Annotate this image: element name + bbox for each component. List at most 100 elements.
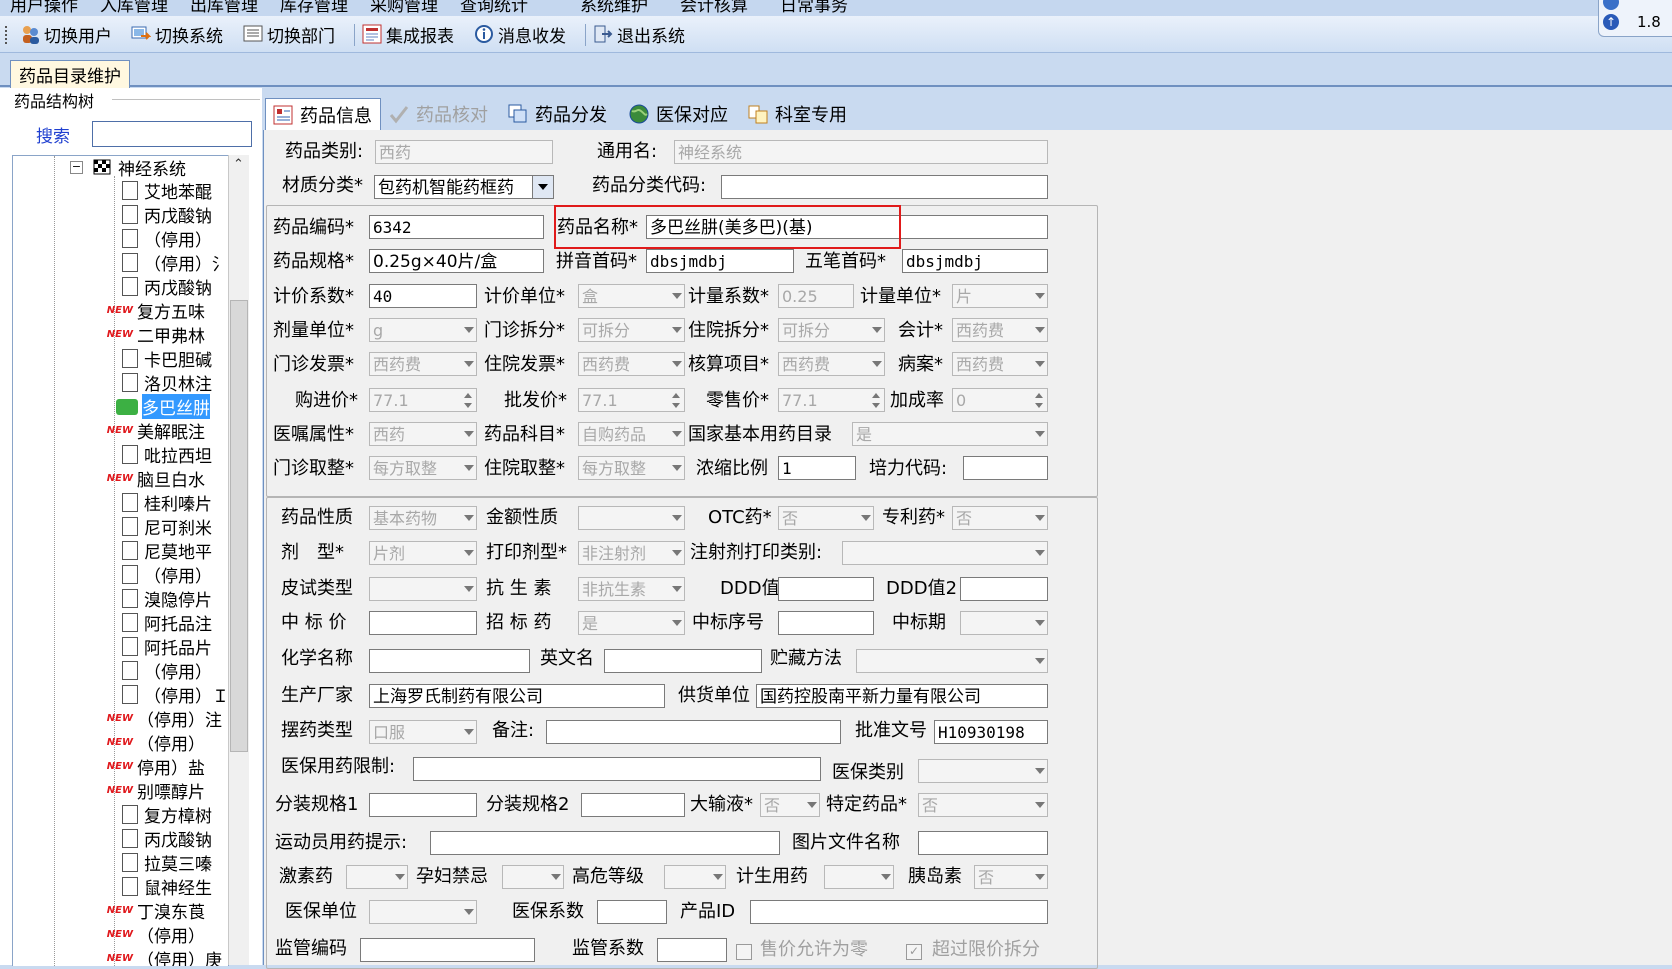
tree-item[interactable]: 洛贝林注 — [122, 371, 212, 395]
tree-item[interactable]: （停用） — [122, 227, 212, 251]
place-type-select[interactable]: 口服 — [369, 720, 477, 744]
order-attr-select[interactable]: 西药 — [369, 422, 477, 446]
tree-item[interactable]: 丙戊酸钠 — [122, 275, 212, 299]
chevron-down-icon[interactable] — [464, 586, 474, 592]
chevron-down-icon[interactable] — [672, 431, 682, 437]
chevron-down-icon[interactable] — [1035, 802, 1045, 808]
wubi-field[interactable]: dbsjmdbj — [902, 249, 1048, 273]
tree-item[interactable]: NEW （停用）庚 — [105, 947, 222, 966]
chevron-down-icon[interactable] — [1035, 874, 1045, 880]
chevron-down-icon[interactable] — [807, 802, 817, 808]
tree-root-node[interactable]: − 神经系统 — [70, 156, 186, 180]
drug-code-field[interactable]: 6342 — [369, 215, 544, 239]
tree-item[interactable]: NEW （停用）注 — [105, 707, 222, 731]
menu-daily[interactable]: 日常事务 — [780, 0, 848, 16]
chevron-down-icon[interactable] — [464, 431, 474, 437]
ip-invoice-select[interactable]: 西药费 — [578, 352, 685, 376]
spin-up-icon[interactable] — [1035, 393, 1043, 398]
bid-period-select[interactable] — [960, 611, 1048, 635]
measure-coef-field[interactable]: 0.25 — [778, 284, 854, 308]
search-input[interactable] — [92, 121, 252, 147]
image-name-field[interactable] — [918, 831, 1048, 855]
product-id-field[interactable] — [750, 900, 1048, 924]
approval-field[interactable]: H10930198 — [934, 720, 1048, 744]
op-rounding-select[interactable]: 每方取整 — [369, 456, 477, 480]
drug-tree[interactable]: − 神经系统 艾地苯醌 丙戊酸钠 （停用） （停用）氵 丙戊酸钠 NEW 复方五味 NEW 二甲… — [12, 155, 229, 966]
purchase-price-field[interactable]: 77.1 — [369, 388, 477, 412]
tree-item[interactable]: 鼠神经生 — [122, 875, 212, 899]
op-split-select[interactable]: 可拆分 — [578, 318, 685, 342]
chevron-down-icon[interactable] — [872, 361, 882, 367]
tab-drug-catalog[interactable]: 药品目录维护 — [10, 60, 130, 88]
tree-item[interactable]: 尼可刹米 — [122, 515, 212, 539]
chevron-down-icon[interactable] — [551, 874, 561, 880]
retail-price-field[interactable]: 77.1 — [778, 388, 885, 412]
ddd-field[interactable] — [778, 577, 874, 601]
over-split-checkbox[interactable]: ✓ — [906, 944, 922, 960]
chevron-down-icon[interactable] — [1035, 515, 1045, 521]
scroll-up-icon[interactable]: ⌃ — [233, 157, 244, 172]
tree-item[interactable]: 复方樟树 — [122, 803, 212, 827]
chevron-down-icon[interactable] — [1035, 658, 1045, 664]
chevron-down-icon[interactable] — [1035, 550, 1045, 556]
tree-item[interactable]: NEW （停用） — [105, 923, 205, 947]
nature-select[interactable]: 基本药物 — [369, 506, 477, 530]
spin-up-icon[interactable] — [464, 393, 472, 398]
spin-up-icon[interactable] — [872, 393, 880, 398]
tab-drug-info[interactable]: 药品信息 — [265, 98, 381, 130]
switch-system-button[interactable]: 切换系统 — [131, 22, 223, 47]
ip-split-select[interactable]: 可拆分 — [778, 318, 885, 342]
tree-item[interactable]: （停用）Ｉ — [122, 683, 228, 707]
tree-item[interactable]: 溴隐停片 — [122, 587, 212, 611]
chevron-down-icon[interactable] — [861, 515, 871, 521]
spin-down-icon[interactable] — [464, 403, 472, 408]
amount-nature-select[interactable] — [578, 506, 685, 530]
tab-drug-dispense[interactable]: 药品分发 — [501, 98, 607, 129]
menu-purchase[interactable]: 采购管理 — [370, 0, 438, 16]
ins-restrict-field[interactable] — [413, 757, 821, 781]
menu-inventory[interactable]: 库存管理 — [280, 0, 348, 16]
tree-item[interactable]: NEW 二甲弗林 — [105, 323, 205, 347]
chevron-down-icon[interactable] — [672, 620, 682, 626]
op-invoice-select[interactable]: 西药费 — [369, 352, 477, 376]
bid-price-field[interactable] — [369, 611, 477, 635]
menu-query[interactable]: 查询统计 — [460, 0, 528, 16]
chem-name-field[interactable] — [369, 649, 530, 673]
eng-name-field[interactable] — [604, 649, 762, 673]
chevron-down-icon[interactable] — [1035, 431, 1045, 437]
spin-down-icon[interactable] — [1035, 403, 1043, 408]
tree-item[interactable]: NEW （停用） — [105, 731, 205, 755]
supplier-field[interactable]: 国药控股南平新力量有限公司 — [756, 684, 1048, 708]
menu-user-ops[interactable]: 用户操作 — [10, 0, 78, 16]
chevron-down-icon[interactable] — [464, 515, 474, 521]
tree-item[interactable]: 阿托品注 — [122, 611, 212, 635]
messages-button[interactable]: 消息收发 — [474, 22, 566, 47]
chevron-down-icon[interactable] — [672, 361, 682, 367]
tree-item[interactable]: 多巴丝肼 — [116, 394, 210, 419]
tree-item[interactable]: （停用）氵 — [122, 251, 228, 275]
material-select[interactable]: 包药机智能药框药 — [374, 175, 554, 199]
wholesale-price-field[interactable]: 77.1 — [578, 388, 685, 412]
drug-spec-field[interactable]: 0.25g×40片/盒 — [369, 249, 544, 273]
spin-down-icon[interactable] — [672, 403, 680, 408]
essential-select[interactable]: 是 — [852, 422, 1048, 446]
pack2-field[interactable] — [581, 793, 685, 817]
storage-select[interactable] — [856, 649, 1048, 673]
tree-item[interactable]: NEW 别嘌醇片 — [105, 779, 205, 803]
tab-department[interactable]: 科室专用 — [741, 98, 847, 129]
dose-unit-select[interactable]: g — [369, 318, 477, 342]
class-code-field[interactable] — [721, 175, 1048, 199]
chevron-down-icon[interactable] — [672, 465, 682, 471]
chevron-down-icon[interactable] — [464, 729, 474, 735]
insulin-select[interactable]: 否 — [974, 865, 1048, 889]
ip-rounding-select[interactable]: 每方取整 — [578, 456, 685, 480]
skin-test-select[interactable] — [369, 577, 477, 601]
chevron-down-icon[interactable] — [464, 550, 474, 556]
antibiotic-select[interactable]: 非抗生素 — [578, 577, 685, 601]
tree-item[interactable]: 丙戊酸钠 — [122, 827, 212, 851]
menu-inbound[interactable]: 入库管理 — [100, 0, 168, 16]
note-field[interactable] — [546, 720, 841, 744]
sup-code-field[interactable] — [360, 938, 535, 962]
price-coef-field[interactable]: 40 — [369, 284, 477, 308]
chevron-down-icon[interactable] — [672, 293, 682, 299]
